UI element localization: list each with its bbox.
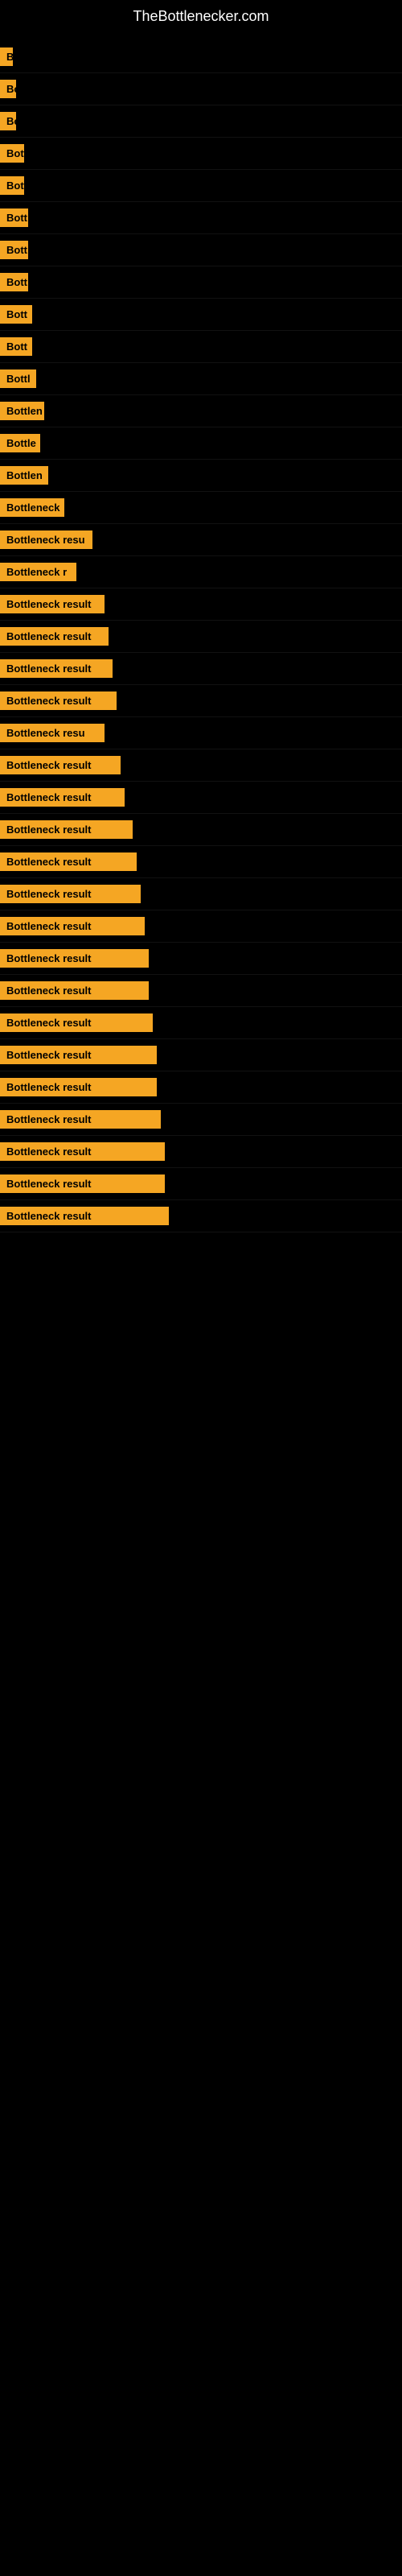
item-label: Bottleneck resu xyxy=(0,724,105,742)
item-label: Bottleneck result xyxy=(0,917,145,935)
list-item: Bottleneck result xyxy=(0,814,402,846)
list-item: Bottleneck result xyxy=(0,943,402,975)
item-label: Bott xyxy=(0,273,28,291)
list-item: Bott xyxy=(0,299,402,331)
item-label: Bottleneck result xyxy=(0,1207,169,1225)
item-label: Bottleneck xyxy=(0,498,64,517)
item-label: Bott xyxy=(0,208,28,227)
list-item: Bottleneck result xyxy=(0,1136,402,1168)
list-item: Bottleneck result xyxy=(0,1007,402,1039)
item-label: Bott xyxy=(0,144,24,163)
item-label: Bottleneck result xyxy=(0,788,125,807)
list-item: Bottleneck xyxy=(0,492,402,524)
list-item: Bottleneck result xyxy=(0,621,402,653)
item-label: Bott xyxy=(0,305,32,324)
list-item: Bottleneck result xyxy=(0,1168,402,1200)
list-item: Bottleneck result xyxy=(0,910,402,943)
list-item: Bo xyxy=(0,73,402,105)
item-label: Bo xyxy=(0,112,16,130)
item-label: Bottleneck result xyxy=(0,1110,161,1129)
list-item: Bottleneck result xyxy=(0,1039,402,1071)
item-label: Bottleneck r xyxy=(0,563,76,581)
list-item: Bottleneck result xyxy=(0,685,402,717)
list-item: Bottleneck result xyxy=(0,878,402,910)
item-label: Bottleneck result xyxy=(0,1078,157,1096)
item-label: Bottleneck result xyxy=(0,1174,165,1193)
item-label: Bott xyxy=(0,337,32,356)
item-label: Bottleneck result xyxy=(0,1142,165,1161)
list-item: Bottleneck result xyxy=(0,782,402,814)
item-label: Bottleneck result xyxy=(0,949,149,968)
item-label: Bottleneck result xyxy=(0,1046,157,1064)
list-item: Bottleneck result xyxy=(0,846,402,878)
list-item: Bottle xyxy=(0,427,402,460)
list-item: Bott xyxy=(0,266,402,299)
item-label: Bottleneck result xyxy=(0,1013,153,1032)
item-label: Bo xyxy=(0,80,16,98)
list-item: Bott xyxy=(0,138,402,170)
item-label: Bottleneck result xyxy=(0,820,133,839)
list-item: Bo xyxy=(0,105,402,138)
list-item: Bott xyxy=(0,331,402,363)
item-label: Bottleneck result xyxy=(0,595,105,613)
items-list: B Bo Bo Bott Bott Bott Bott Bott Bott Bott Bottl Bo… xyxy=(0,41,402,1232)
list-item: Bottleneck result xyxy=(0,1104,402,1136)
list-item: Bottleneck result xyxy=(0,749,402,782)
item-label: Bottleneck result xyxy=(0,627,109,646)
item-label: Bottleneck result xyxy=(0,981,149,1000)
list-item: Bottleneck result xyxy=(0,975,402,1007)
item-label: Bottleneck resu xyxy=(0,530,92,549)
list-item: B xyxy=(0,41,402,73)
page-title: TheBottlenecker.com xyxy=(0,0,402,41)
item-label: B xyxy=(0,47,13,66)
list-item: Bottleneck r xyxy=(0,556,402,588)
item-label: Bottleneck result xyxy=(0,852,137,871)
item-label: Bott xyxy=(0,176,24,195)
list-item: Bott xyxy=(0,170,402,202)
item-label: Bottl xyxy=(0,369,36,388)
item-label: Bottlen xyxy=(0,466,48,485)
list-item: Bottlen xyxy=(0,395,402,427)
item-label: Bottlen xyxy=(0,402,44,420)
item-label: Bottle xyxy=(0,434,40,452)
item-label: Bott xyxy=(0,241,28,259)
list-item: Bottleneck result xyxy=(0,1071,402,1104)
list-item: Bottleneck resu xyxy=(0,524,402,556)
item-label: Bottleneck result xyxy=(0,691,117,710)
list-item: Bottleneck resu xyxy=(0,717,402,749)
item-label: Bottleneck result xyxy=(0,885,141,903)
list-item: Bottleneck result xyxy=(0,653,402,685)
item-label: Bottleneck result xyxy=(0,756,121,774)
list-item: Bott xyxy=(0,202,402,234)
list-item: Bottleneck result xyxy=(0,1200,402,1232)
list-item: Bottl xyxy=(0,363,402,395)
item-label: Bottleneck result xyxy=(0,659,113,678)
list-item: Bottlen xyxy=(0,460,402,492)
list-item: Bott xyxy=(0,234,402,266)
list-item: Bottleneck result xyxy=(0,588,402,621)
